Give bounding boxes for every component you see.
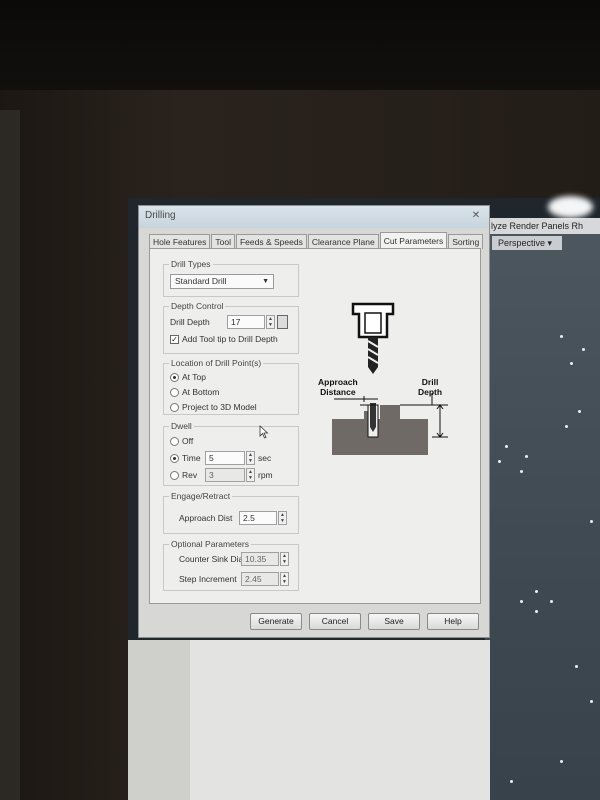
radio-dwell-rev[interactable]: [170, 471, 179, 480]
engage-retract-legend: Engage/Retract: [169, 491, 233, 501]
viewport-grid-point: [560, 335, 563, 338]
dialog-titlebar[interactable]: Drilling ✕: [139, 206, 489, 228]
depth-caption-line2: Depth: [418, 387, 443, 397]
cut-parameters-panel: Drill Types Standard Drill ▼ Depth Contr…: [149, 248, 481, 604]
depth-pick-icon[interactable]: [277, 315, 288, 329]
drill-types-group: Drill Types Standard Drill ▼: [163, 259, 299, 297]
viewport-grid-point: [535, 610, 538, 613]
viewport-grid-point: [520, 470, 523, 473]
viewport-grid-point: [565, 425, 568, 428]
viewport-grid-point: [525, 455, 528, 458]
step-increment-label: Step Increment: [179, 574, 237, 584]
tab-feeds-speeds[interactable]: Feeds & Speeds: [235, 234, 307, 249]
counter-sink-label: Counter Sink Dia.: [179, 554, 246, 564]
viewport-grid-point: [505, 445, 508, 448]
3d-viewport[interactable]: [485, 218, 600, 800]
screen-glare: [548, 196, 593, 218]
counter-sink-spinner[interactable]: ▲ ▼: [280, 552, 289, 566]
cancel-button[interactable]: Cancel: [309, 613, 361, 630]
dwell-time-input[interactable]: 5: [205, 451, 245, 465]
approach-caption-line1: Approach: [318, 377, 358, 387]
mouse-cursor-icon: [259, 425, 269, 439]
viewport-tab-perspective[interactable]: Perspective ▾: [492, 236, 562, 250]
approach-caption-line2: Distance: [320, 387, 356, 397]
drilling-diagram: Approach Distance Drill Depth: [318, 299, 470, 469]
engage-retract-group: Engage/Retract Approach Dist 2.5 ▲ ▼: [163, 491, 299, 534]
viewport-grid-point: [510, 780, 513, 783]
viewport-grid-point: [578, 410, 581, 413]
monitor-bezel: [0, 110, 20, 800]
viewport-grid-point: [520, 600, 523, 603]
drill-types-legend: Drill Types: [169, 259, 213, 269]
drill-depth-label: Drill Depth: [170, 317, 210, 327]
viewport-grid-point: [560, 760, 563, 763]
drill-point-location-group: Location of Drill Point(s) At Top At Bot…: [163, 358, 299, 415]
dwell-off-label: Off: [182, 436, 194, 446]
close-icon[interactable]: ✕: [469, 209, 483, 223]
at-top-label: At Top: [182, 372, 206, 382]
optional-parameters-legend: Optional Parameters: [169, 539, 251, 549]
chevron-down-icon: ▼: [262, 278, 269, 285]
radio-dwell-time[interactable]: [170, 454, 179, 463]
depth-control-group: Depth Control Drill Depth 17 ▲ ▼ ✓ Add To…: [163, 301, 299, 354]
tab-sorting[interactable]: Sorting: [448, 234, 484, 249]
dwell-rev-input[interactable]: 3: [205, 468, 245, 482]
dwell-time-unit: sec: [258, 453, 272, 463]
dwell-rev-spinner[interactable]: ▲ ▼: [246, 468, 255, 482]
drilling-dialog: Drilling ✕ Hole Features Tool Feeds & Sp…: [138, 205, 490, 638]
approach-dist-spinner[interactable]: ▲ ▼: [278, 511, 287, 525]
radio-at-bottom[interactable]: [170, 388, 179, 397]
dwell-group: Dwell Off Time 5 ▲ ▼ sec Rev 3 ▲ ▼ rpm: [163, 421, 299, 486]
viewport-grid-point: [570, 362, 573, 365]
counter-sink-input[interactable]: 10.35: [241, 552, 279, 566]
generate-button[interactable]: Generate: [250, 613, 302, 630]
approach-dist-input[interactable]: 2.5: [239, 511, 277, 525]
radio-at-top[interactable]: [170, 373, 179, 382]
add-tool-tip-checkbox[interactable]: ✓: [170, 335, 179, 344]
at-bottom-label: At Bottom: [182, 387, 220, 397]
tab-tool[interactable]: Tool: [211, 234, 235, 249]
viewport-grid-point: [535, 590, 538, 593]
depth-control-legend: Depth Control: [169, 301, 226, 311]
tab-hole-features[interactable]: Hole Features: [149, 234, 211, 249]
drill-type-value: Standard Drill: [175, 276, 227, 286]
tab-clearance-plane[interactable]: Clearance Plane: [307, 234, 379, 249]
dialog-title: Drilling: [145, 210, 176, 221]
step-increment-spinner[interactable]: ▲ ▼: [280, 572, 289, 586]
dwell-time-spinner[interactable]: ▲ ▼: [246, 451, 255, 465]
app-menu-bar[interactable]: lyze Render Panels Rh: [485, 218, 600, 234]
add-tool-tip-label: Add Tool tip to Drill Depth: [182, 334, 278, 344]
dwell-rev-unit: rpm: [258, 470, 273, 480]
lower-panel: [190, 640, 490, 800]
dwell-rev-label: Rev: [182, 470, 198, 480]
approach-distance-caption: Approach Distance: [318, 377, 358, 397]
dwell-time-label: Time: [182, 453, 201, 463]
viewport-grid-point: [582, 348, 585, 351]
drill-type-select[interactable]: Standard Drill ▼: [170, 274, 274, 289]
step-increment-input[interactable]: 2.45: [241, 572, 279, 586]
radio-project-3d[interactable]: [170, 403, 179, 412]
save-button[interactable]: Save: [368, 613, 420, 630]
viewport-grid-point: [590, 700, 593, 703]
dwell-legend: Dwell: [169, 421, 194, 431]
radio-dwell-off[interactable]: [170, 437, 179, 446]
viewport-grid-point: [498, 460, 501, 463]
dialog-tabs: Hole Features Tool Feeds & Speeds Cleara…: [149, 232, 484, 249]
lower-side-panel: [128, 640, 190, 800]
help-button[interactable]: Help: [427, 613, 479, 630]
drill-depth-caption: Drill Depth: [418, 377, 442, 397]
location-legend: Location of Drill Point(s): [169, 358, 264, 368]
approach-dist-label: Approach Dist: [179, 513, 233, 523]
viewport-grid-point: [575, 665, 578, 668]
drill-depth-spinner[interactable]: ▲ ▼: [266, 315, 275, 329]
viewport-grid-point: [590, 520, 593, 523]
depth-caption-line1: Drill: [421, 377, 439, 387]
optional-parameters-group: Optional Parameters Counter Sink Dia. 10…: [163, 539, 299, 591]
drill-depth-input[interactable]: 17: [227, 315, 265, 329]
tab-cut-parameters[interactable]: Cut Parameters: [379, 232, 448, 249]
viewport-grid-point: [550, 600, 553, 603]
project-3d-label: Project to 3D Model: [182, 402, 257, 412]
